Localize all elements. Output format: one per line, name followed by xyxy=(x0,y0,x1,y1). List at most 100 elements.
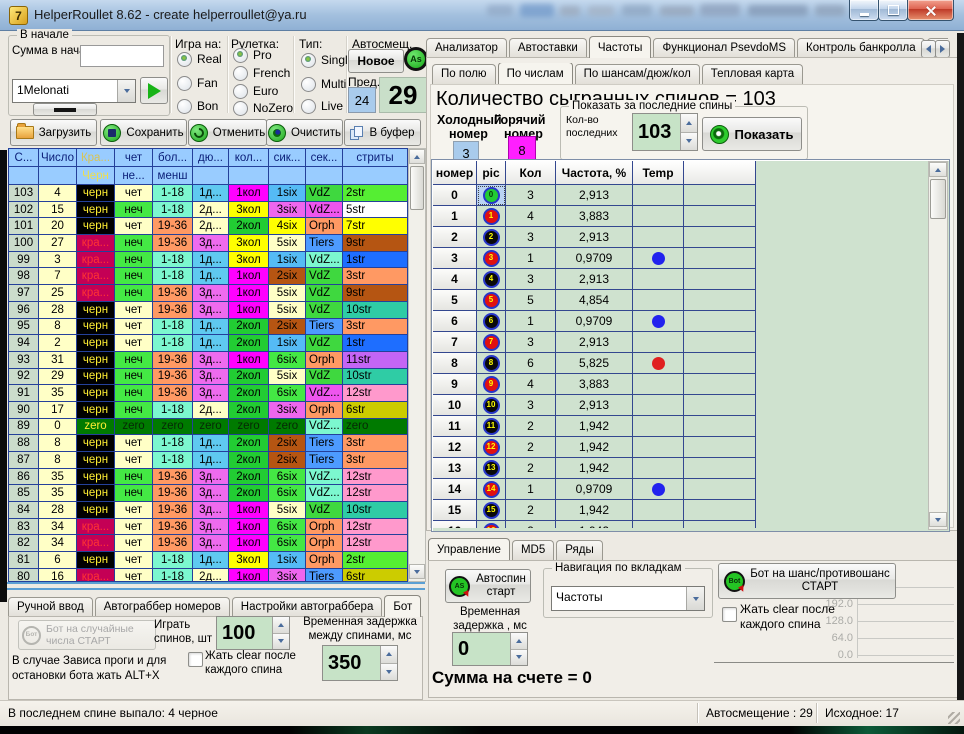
spins-cell[interactable]: 6six xyxy=(269,485,306,502)
freq-empty-cell[interactable] xyxy=(684,353,756,374)
freq-count-cell[interactable]: 3 xyxy=(506,227,556,248)
spins-cell[interactable]: чет xyxy=(115,218,153,235)
play-spins-stepper[interactable]: 100 xyxy=(216,616,290,650)
minimize-button[interactable] xyxy=(849,0,879,21)
spins-cell[interactable]: 1кол xyxy=(229,302,269,319)
spins-cell[interactable]: 11str xyxy=(343,352,408,369)
freq-percent-cell[interactable]: 3,883 xyxy=(556,206,633,227)
spins-cell[interactable]: 82 xyxy=(9,535,39,552)
spins-cell[interactable]: VdZ... xyxy=(306,469,343,486)
spins-cell[interactable]: zero xyxy=(343,419,408,436)
control-clear-checkbox[interactable] xyxy=(722,607,737,622)
load-button[interactable]: Загрузить xyxy=(10,119,97,146)
clear-button[interactable]: Очистить xyxy=(266,119,343,146)
spins-cell[interactable]: 1six xyxy=(269,335,306,352)
spins-cell[interactable]: 2кол xyxy=(229,218,269,235)
control-delay-value[interactable]: 0 xyxy=(453,633,510,665)
freq-count-cell[interactable]: 2 xyxy=(506,416,556,437)
spins-cell[interactable]: Tiers xyxy=(306,319,343,336)
spins-cell[interactable]: черн xyxy=(77,352,115,369)
spins-cell[interactable]: 2кол xyxy=(229,435,269,452)
spins-cell[interactable]: черн xyxy=(77,435,115,452)
last-count-value[interactable]: 103 xyxy=(633,114,680,150)
spins-cell[interactable]: 2кол xyxy=(229,319,269,336)
show-button[interactable]: Показать xyxy=(702,117,802,151)
spins-cell[interactable]: 2кол xyxy=(229,469,269,486)
freq-empty-cell[interactable] xyxy=(684,206,756,227)
spins-cell[interactable]: 28 xyxy=(39,302,77,319)
spins-cell[interactable]: Orph xyxy=(306,352,343,369)
spins-cell[interactable]: кра... xyxy=(77,535,115,552)
spins-cell[interactable]: 87 xyxy=(9,452,39,469)
freq-pic-cell[interactable]: 12 xyxy=(477,437,506,458)
dash-button[interactable] xyxy=(33,103,97,116)
spins-cell[interactable]: 1кол xyxy=(229,519,269,536)
spins-cell[interactable]: 99 xyxy=(9,252,39,269)
freq-temp-cell[interactable] xyxy=(633,269,684,290)
spins-cell[interactable]: 12str xyxy=(343,535,408,552)
freq-pic-cell[interactable]: 10 xyxy=(477,395,506,416)
spins-cell[interactable]: 19-36 xyxy=(153,235,193,252)
spins-cell[interactable]: 3кол xyxy=(229,202,269,219)
freq-pic-cell[interactable]: 5 xyxy=(477,290,506,311)
tab-Тепловая карта[interactable]: Тепловая карта xyxy=(702,64,803,84)
spins-cell[interactable]: 2кол xyxy=(229,385,269,402)
spins-cell[interactable]: 2д... xyxy=(193,402,229,419)
spins-cell[interactable]: 3д... xyxy=(193,519,229,536)
spins-cell[interactable]: 96 xyxy=(9,302,39,319)
spins-cell[interactable]: 1-18 xyxy=(153,319,193,336)
freq-count-cell[interactable]: 1 xyxy=(506,248,556,269)
spins-cell[interactable]: 3str xyxy=(343,319,408,336)
spins-cell[interactable]: Orph xyxy=(306,519,343,536)
freq-number-cell[interactable]: 9 xyxy=(433,374,477,395)
spins-cell[interactable]: 100 xyxy=(9,235,39,252)
spins-cell[interactable]: черн xyxy=(77,202,115,219)
spins-cell[interactable]: 3д... xyxy=(193,302,229,319)
freq-temp-cell[interactable] xyxy=(633,458,684,479)
save-button[interactable]: Сохранить xyxy=(100,119,187,146)
spins-cell[interactable]: 7 xyxy=(39,268,77,285)
spins-cell[interactable]: чет xyxy=(115,569,153,582)
spins-cell[interactable]: 1-18 xyxy=(153,402,193,419)
freq-pic-cell[interactable]: 9 xyxy=(477,374,506,395)
resize-grip[interactable] xyxy=(948,712,960,724)
spins-cell[interactable]: 2six xyxy=(269,319,306,336)
spins-cell[interactable]: VdZ xyxy=(306,369,343,386)
spins-cell[interactable]: 5six xyxy=(269,302,306,319)
spins-cell[interactable]: 3д... xyxy=(193,285,229,302)
spins-cell[interactable]: 2кол xyxy=(229,485,269,502)
freq-temp-cell[interactable] xyxy=(633,374,684,395)
spins-cell[interactable]: 3д... xyxy=(193,235,229,252)
spins-cell[interactable]: 2д... xyxy=(193,569,229,582)
nav-combobox-value[interactable]: Частоты xyxy=(552,587,686,610)
spins-cell[interactable]: 1кол xyxy=(229,285,269,302)
spins-cell[interactable]: VdZ xyxy=(306,285,343,302)
spins-cell[interactable]: 98 xyxy=(9,268,39,285)
freq-count-cell[interactable]: 2 xyxy=(506,458,556,479)
spins-cell[interactable]: неч xyxy=(115,285,153,302)
spins-cell[interactable]: 8 xyxy=(39,452,77,469)
freq-percent-cell[interactable]: 4,854 xyxy=(556,290,633,311)
spins-cell[interactable]: кра... xyxy=(77,569,115,582)
radio-euro[interactable]: Euro xyxy=(233,84,278,98)
spins-cell[interactable]: VdZ... xyxy=(306,385,343,402)
spins-cell[interactable]: 8 xyxy=(39,435,77,452)
nav-combobox[interactable]: Частоты xyxy=(551,586,705,611)
spins-cell[interactable]: 2six xyxy=(269,452,306,469)
spins-cell[interactable]: 101 xyxy=(9,218,39,235)
spins-cell[interactable]: 19-36 xyxy=(153,218,193,235)
spins-cell[interactable]: 1кол xyxy=(229,185,269,202)
spins-cell[interactable]: 29 xyxy=(39,369,77,386)
spins-cell[interactable]: Orph xyxy=(306,552,343,569)
spins-cell[interactable]: черн xyxy=(77,485,115,502)
spins-cell[interactable]: 1str xyxy=(343,335,408,352)
freq-number-cell[interactable]: 12 xyxy=(433,437,477,458)
spins-cell[interactable]: 3д... xyxy=(193,369,229,386)
spins-cell[interactable]: 3six xyxy=(269,202,306,219)
freq-count-cell[interactable]: 4 xyxy=(506,206,556,227)
spins-cell[interactable]: неч xyxy=(115,252,153,269)
freq-empty-cell[interactable] xyxy=(684,416,756,437)
spins-cell[interactable]: 3д... xyxy=(193,352,229,369)
spins-cell[interactable]: Tiers xyxy=(306,452,343,469)
spins-cell[interactable]: 10str xyxy=(343,369,408,386)
